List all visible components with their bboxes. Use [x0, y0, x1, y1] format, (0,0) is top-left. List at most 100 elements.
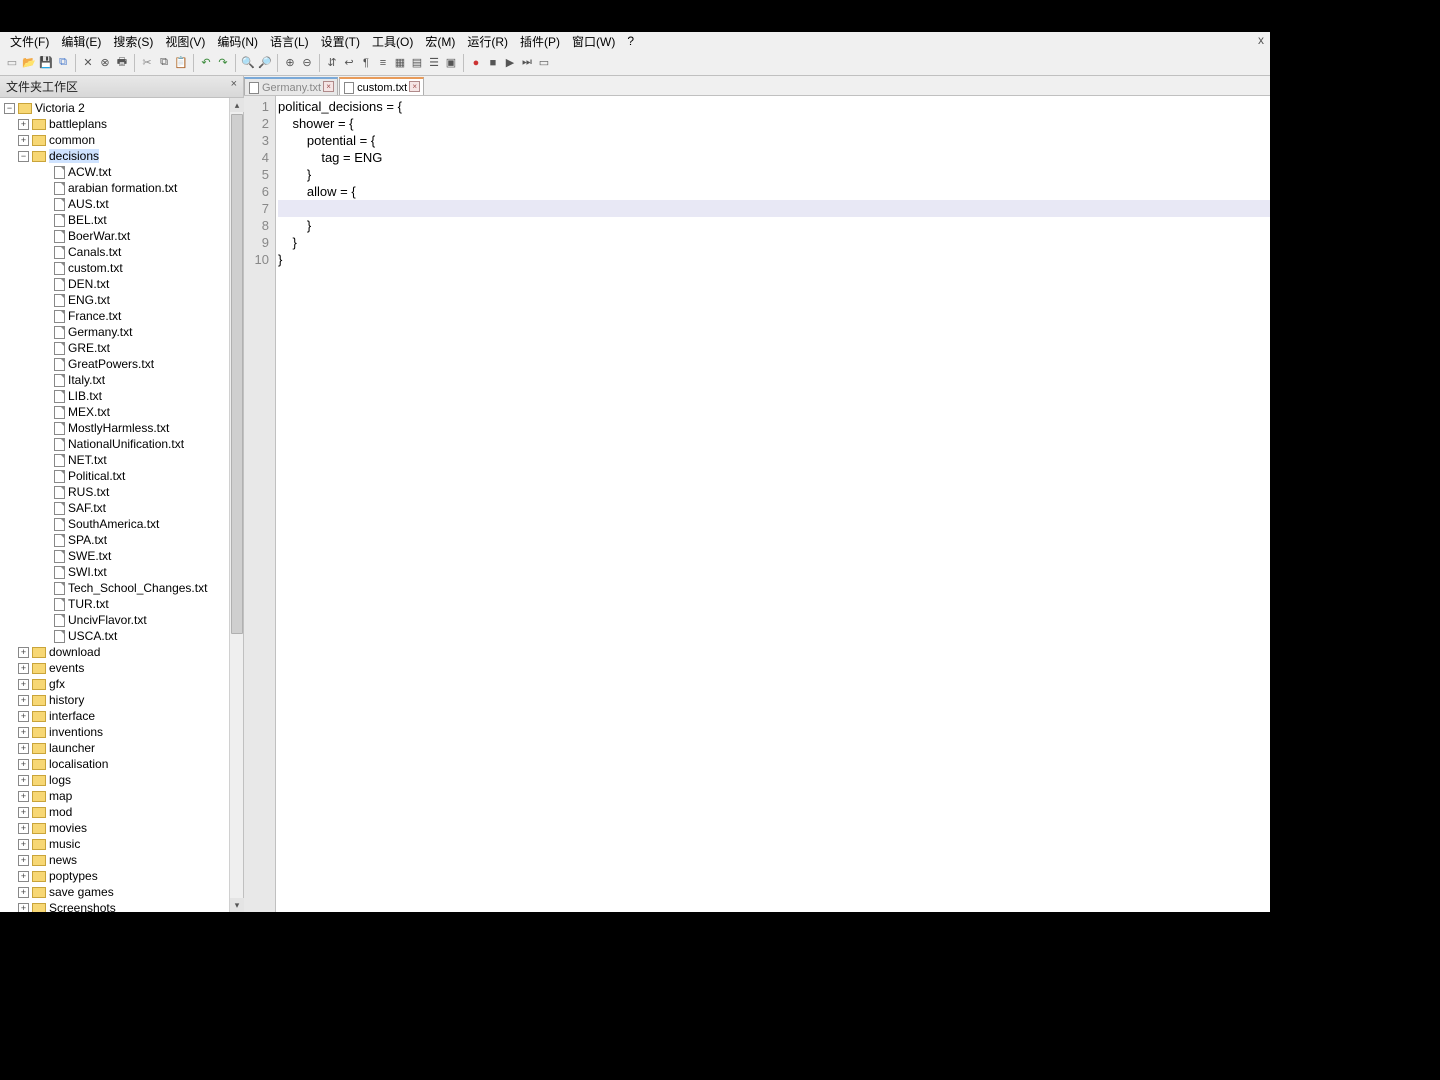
tree-file[interactable]: AUS.txt [0, 196, 243, 212]
menu-encoding[interactable]: 编码(N) [211, 33, 264, 50]
scroll-thumb[interactable] [231, 114, 243, 634]
expander-icon[interactable]: − [4, 103, 15, 114]
doc-map-icon[interactable]: ▤ [409, 55, 425, 71]
tree-folder[interactable]: −decisions [0, 148, 243, 164]
expander-icon[interactable]: + [18, 887, 29, 898]
indent-guide-icon[interactable]: ≡ [375, 55, 391, 71]
expander-icon[interactable]: + [18, 759, 29, 770]
tree-folder[interactable]: +save games [0, 884, 243, 900]
tree-file[interactable]: USCA.txt [0, 628, 243, 644]
file-tree[interactable]: −Victoria 2+battleplans+common−decisions… [0, 98, 243, 912]
fold-icon[interactable]: ▦ [392, 55, 408, 71]
code-line[interactable] [278, 200, 1270, 217]
show-all-chars-icon[interactable]: ¶ [358, 55, 374, 71]
copy-icon[interactable]: ⧉ [156, 55, 172, 71]
tree-folder[interactable]: +battleplans [0, 116, 243, 132]
find-icon[interactable]: 🔍 [240, 55, 256, 71]
tree-file[interactable]: Tech_School_Changes.txt [0, 580, 243, 596]
macro-play-icon[interactable]: ▶ [502, 55, 518, 71]
code-line[interactable]: political_decisions = { [278, 98, 1270, 115]
tree-file[interactable]: ENG.txt [0, 292, 243, 308]
tree-file[interactable]: NationalUnification.txt [0, 436, 243, 452]
print-icon[interactable]: 🖶 [114, 55, 130, 71]
tree-folder[interactable]: +localisation [0, 756, 243, 772]
tree-file[interactable]: MostlyHarmless.txt [0, 420, 243, 436]
tree-folder[interactable]: +events [0, 660, 243, 676]
tree-folder[interactable]: +common [0, 132, 243, 148]
expander-icon[interactable]: + [18, 855, 29, 866]
expander-icon[interactable]: + [18, 823, 29, 834]
tab-custom[interactable]: custom.txt × [339, 77, 424, 95]
tree-folder[interactable]: +poptypes [0, 868, 243, 884]
expander-icon[interactable]: + [18, 647, 29, 658]
menu-tools[interactable]: 工具(O) [366, 33, 419, 50]
tree-folder[interactable]: +music [0, 836, 243, 852]
macro-stop-icon[interactable]: ■ [485, 55, 501, 71]
scroll-down-icon[interactable]: ▾ [230, 898, 244, 912]
menu-macro[interactable]: 宏(M) [419, 33, 461, 50]
tree-file[interactable]: ACW.txt [0, 164, 243, 180]
code-line[interactable]: } [278, 166, 1270, 183]
tree-file[interactable]: GRE.txt [0, 340, 243, 356]
tree-folder[interactable]: +mod [0, 804, 243, 820]
tree-file[interactable]: BoerWar.txt [0, 228, 243, 244]
code-area[interactable]: political_decisions = { shower = { poten… [276, 96, 1270, 912]
tree-file[interactable]: RUS.txt [0, 484, 243, 500]
tree-folder[interactable]: +inventions [0, 724, 243, 740]
code-line[interactable]: shower = { [278, 115, 1270, 132]
tree-folder[interactable]: +map [0, 788, 243, 804]
expander-icon[interactable]: − [18, 151, 29, 162]
code-line[interactable]: tag = ENG [278, 149, 1270, 166]
tree-folder[interactable]: +logs [0, 772, 243, 788]
menu-help[interactable]: ? [621, 34, 640, 48]
expander-icon[interactable]: + [18, 727, 29, 738]
tree-file[interactable]: SAF.txt [0, 500, 243, 516]
expander-icon[interactable]: + [18, 119, 29, 130]
tree-file[interactable]: arabian formation.txt [0, 180, 243, 196]
tree-file[interactable]: SouthAmerica.txt [0, 516, 243, 532]
expander-icon[interactable]: + [18, 711, 29, 722]
tree-file[interactable]: TUR.txt [0, 596, 243, 612]
tree-file[interactable]: Germany.txt [0, 324, 243, 340]
func-list-icon[interactable]: ☰ [426, 55, 442, 71]
zoom-out-icon[interactable]: ⊖ [299, 55, 315, 71]
tree-folder[interactable]: +launcher [0, 740, 243, 756]
tree-file[interactable]: SWE.txt [0, 548, 243, 564]
expander-icon[interactable]: + [18, 679, 29, 690]
expander-icon[interactable]: + [18, 791, 29, 802]
window-close-icon[interactable]: x [1258, 33, 1264, 47]
tree-file[interactable]: SPA.txt [0, 532, 243, 548]
menu-search[interactable]: 搜索(S) [107, 33, 159, 50]
expander-icon[interactable]: + [18, 695, 29, 706]
expander-icon[interactable]: + [18, 903, 29, 913]
menu-view[interactable]: 视图(V) [159, 33, 211, 50]
code-line[interactable]: allow = { [278, 183, 1270, 200]
tab-close-icon[interactable]: × [409, 81, 420, 92]
wordwrap-icon[interactable]: ↩ [341, 55, 357, 71]
code-line[interactable]: } [278, 234, 1270, 251]
save-icon[interactable]: 💾 [38, 55, 54, 71]
scroll-up-icon[interactable]: ▴ [230, 98, 244, 112]
tree-file[interactable]: GreatPowers.txt [0, 356, 243, 372]
expander-icon[interactable]: + [18, 807, 29, 818]
tab-germany[interactable]: Germany.txt × [244, 77, 338, 95]
tree-file[interactable]: BEL.txt [0, 212, 243, 228]
paste-icon[interactable]: 📋 [173, 55, 189, 71]
close-all-icon[interactable]: ⊗ [97, 55, 113, 71]
folder-workspace-icon[interactable]: ▣ [443, 55, 459, 71]
tree-folder[interactable]: +movies [0, 820, 243, 836]
expander-icon[interactable]: + [18, 871, 29, 882]
menu-language[interactable]: 语言(L) [264, 33, 315, 50]
tree-folder[interactable]: +interface [0, 708, 243, 724]
undo-icon[interactable]: ↶ [198, 55, 214, 71]
tree-folder[interactable]: +news [0, 852, 243, 868]
macro-record-icon[interactable]: ● [468, 55, 484, 71]
tree-file[interactable]: Italy.txt [0, 372, 243, 388]
macro-play-multi-icon[interactable]: ⏭ [519, 55, 535, 71]
tree-file[interactable]: UncivFlavor.txt [0, 612, 243, 628]
new-file-icon[interactable]: ▭ [4, 55, 20, 71]
tree-file[interactable]: MEX.txt [0, 404, 243, 420]
redo-icon[interactable]: ↷ [215, 55, 231, 71]
tree-folder[interactable]: +Screenshots [0, 900, 243, 912]
tree-file[interactable]: Canals.txt [0, 244, 243, 260]
